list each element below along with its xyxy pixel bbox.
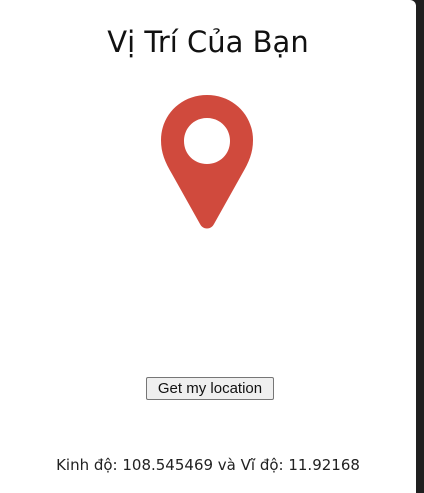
coordinates-text: Kinh độ: 108.545469 và Vĩ độ: 11.92168 bbox=[56, 456, 360, 474]
map-pin-icon bbox=[159, 93, 255, 233]
page-title: Vị Trí Của Bạn bbox=[107, 25, 309, 59]
get-location-button[interactable]: Get my location bbox=[146, 377, 274, 400]
location-panel: Vị Trí Của Bạn Get my location Kinh độ: … bbox=[0, 0, 416, 493]
